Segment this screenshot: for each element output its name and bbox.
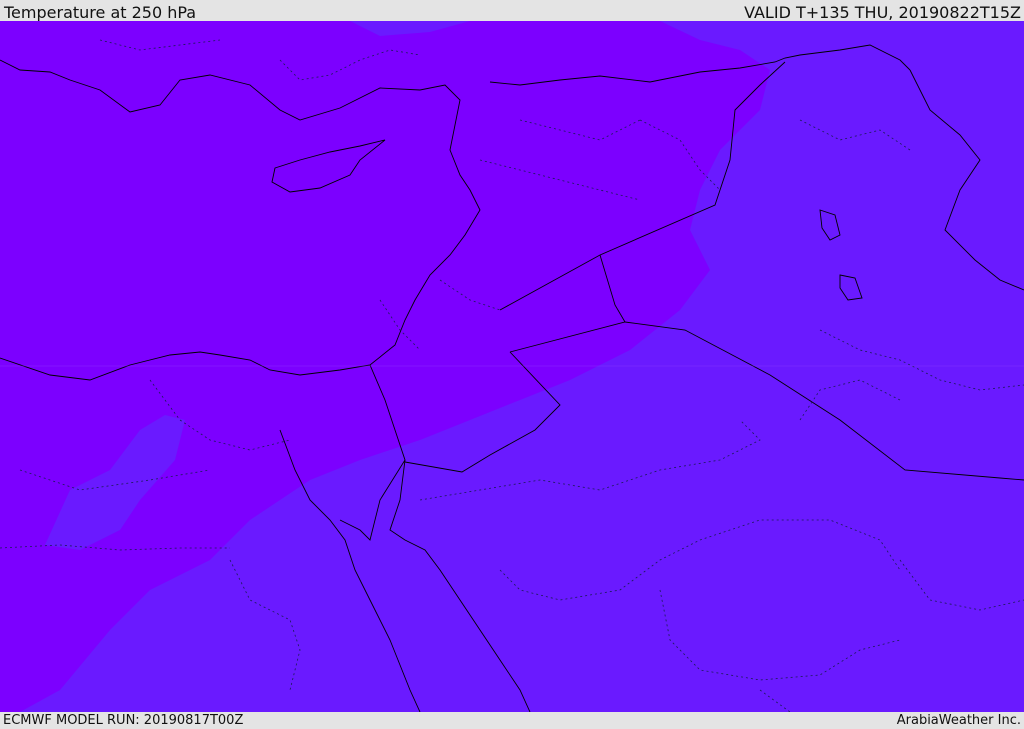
model-run-label: ECMWF MODEL RUN: 20190817T00Z [3, 713, 244, 728]
header-bar: Temperature at 250 hPa VALID T+135 THU, … [0, 0, 1024, 22]
temperature-map[interactable] [0, 21, 1024, 712]
map-canvas [0, 21, 1024, 712]
valid-time-label: VALID T+135 THU, 20190822T15Z [744, 3, 1021, 22]
map-title: Temperature at 250 hPa [4, 3, 197, 22]
credit-label: ArabiaWeather Inc. [896, 713, 1021, 728]
footer-bar: ECMWF MODEL RUN: 20190817T00Z ArabiaWeat… [0, 712, 1024, 729]
